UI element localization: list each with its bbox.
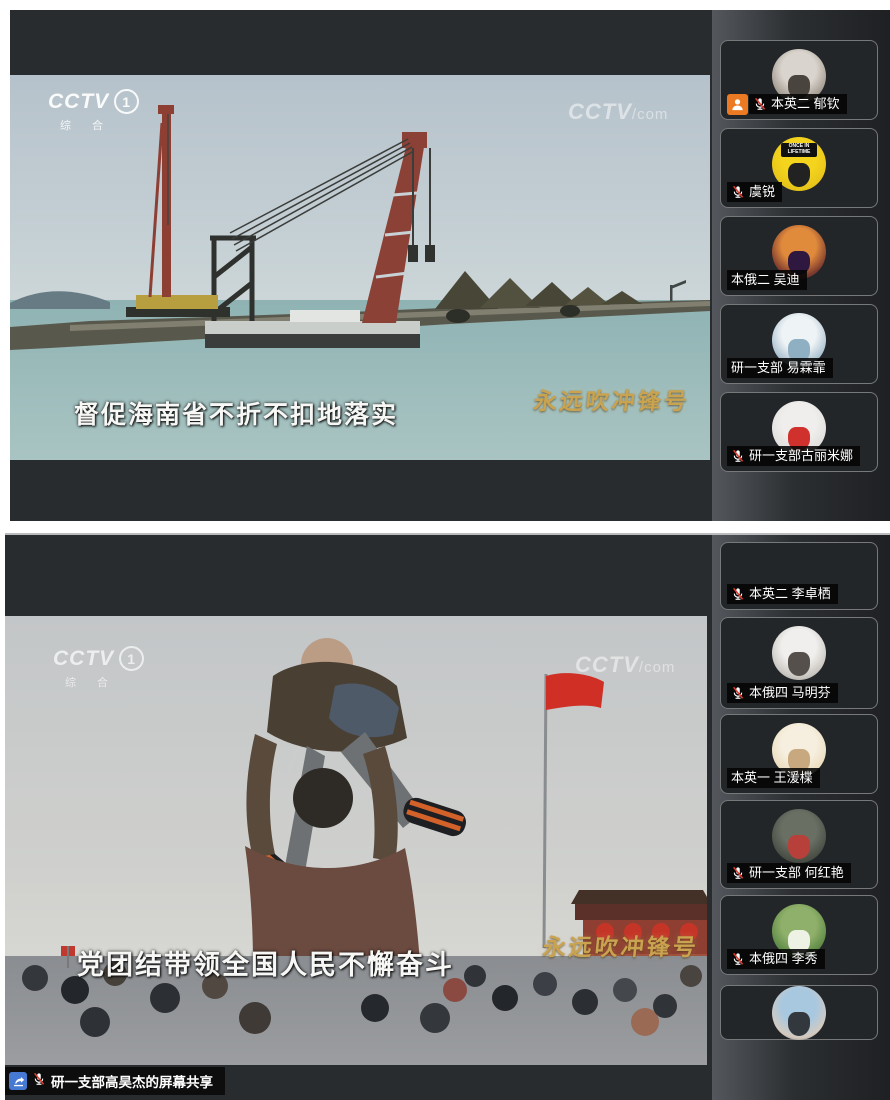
muted-mic-icon <box>731 449 745 463</box>
program-slogan: 永远吹冲锋号 <box>532 382 692 416</box>
participant-name: 研一支部 何红艳 <box>749 865 844 881</box>
broadcast-subtitle: 督促海南省不折不扣地落实 <box>74 395 398 431</box>
avatar-caption: ONCE IN LIFETIME <box>781 143 817 157</box>
cctv-com-watermark: CCTV/com <box>575 652 675 678</box>
participant-name: 本英二 李卓栖 <box>749 586 831 602</box>
participant-tile[interactable]: 本俄四 马明芬 <box>720 617 878 709</box>
participant-name: 本俄二 吴迪 <box>731 272 800 288</box>
participant-tile[interactable] <box>720 985 878 1040</box>
participant-name: 研一支部古丽米娜 <box>749 448 853 464</box>
participant-name: 本俄四 马明芬 <box>749 685 831 701</box>
participant-name: 本俄四 李秀 <box>749 951 818 967</box>
cctv-channel-number: 1 <box>119 646 144 671</box>
cctv-channel-subname: 综 合 <box>60 117 139 133</box>
cctv-com-watermark: CCTV/com <box>568 99 668 125</box>
participant-tile[interactable]: 研一支部 何红艳 <box>720 800 878 889</box>
participant-tile[interactable]: 本俄二 吴迪 <box>720 216 878 296</box>
cctv1-channel-logo: CCTV 1 综 合 <box>48 89 139 133</box>
participant-tile[interactable]: 本英二 郁钦 <box>720 40 878 120</box>
participant-tile[interactable]: ONCE IN LIFETIME 虞锐 <box>720 128 878 208</box>
shared-screen-video-bottom[interactable]: CCTV 1 综 合 CCTV/com 党团结带领全国人民不懈奋斗 永远吹冲锋号 <box>5 616 707 1065</box>
share-muted-mic-slot <box>32 1072 46 1091</box>
cctv-logo-text: CCTV <box>48 90 109 114</box>
participant-name-badge: 本俄四 马明芬 <box>727 683 838 703</box>
meeting-window-bottom: CCTV 1 综 合 CCTV/com 党团结带领全国人民不懈奋斗 永远吹冲锋号… <box>5 533 890 1100</box>
participant-name-badge: 本俄二 吴迪 <box>727 270 807 290</box>
participant-tile[interactable]: 本俄四 李秀 <box>720 895 878 975</box>
participant-name: 本英一 王湲楪 <box>731 770 813 786</box>
participant-name-badge: 本英一 王湲楪 <box>727 768 820 788</box>
muted-mic-icon <box>753 97 767 111</box>
participant-tile[interactable]: 研一支部 易霖霏 <box>720 304 878 384</box>
participant-name-badge: 虞锐 <box>727 182 782 202</box>
screenshot-root: { "colors": { "panel_bg": "#292c2f", "ba… <box>0 0 890 1098</box>
participant-name-badge: 研一支部 何红艳 <box>727 863 851 883</box>
participants-sidebar-top: 本英二 郁钦ONCE IN LIFETIME 虞锐本俄二 吴迪研一支部 易霖霏 … <box>712 10 890 521</box>
participant-name-badge: 本俄四 李秀 <box>727 949 825 969</box>
cctv-channel-number: 1 <box>114 89 139 114</box>
screen-share-status-bar: 研一支部高昊杰的屏幕共享 <box>5 1067 225 1095</box>
broadcast-subtitle: 党团结带领全国人民不懈奋斗 <box>77 943 454 982</box>
meeting-window-top: CCTV 1 综 合 CCTV/com 督促海南省不折不扣地落实 永远吹冲锋号 … <box>10 10 890 521</box>
participant-name-badge: 本英二 李卓栖 <box>727 584 838 604</box>
cctv-logo-text: CCTV <box>53 647 114 671</box>
participant-name: 虞锐 <box>749 184 775 200</box>
muted-mic-icon <box>731 185 745 199</box>
participant-name: 本英二 郁钦 <box>771 96 840 112</box>
participant-tile[interactable]: 本英一 王湲楪 <box>720 714 878 794</box>
participant-name: 研一支部 易霖霏 <box>731 360 826 376</box>
participant-name-badge: 研一支部 易霖霏 <box>727 358 833 378</box>
active-speaker-icon <box>727 94 748 115</box>
muted-mic-icon <box>32 1072 46 1086</box>
muted-mic-icon <box>731 587 745 601</box>
screen-share-icon <box>9 1072 27 1090</box>
participant-name-badge: 研一支部古丽米娜 <box>727 446 860 466</box>
cctv-channel-subname: 综 合 <box>65 674 144 690</box>
shared-screen-video-top[interactable]: CCTV 1 综 合 CCTV/com 督促海南省不折不扣地落实 永远吹冲锋号 <box>10 75 710 460</box>
screen-share-label: 研一支部高昊杰的屏幕共享 <box>51 1071 213 1091</box>
muted-mic-icon <box>731 866 745 880</box>
muted-mic-icon <box>731 686 745 700</box>
participant-avatar <box>772 809 826 863</box>
participant-avatar <box>772 626 826 680</box>
muted-mic-icon <box>731 952 745 966</box>
participants-sidebar-bottom: 本英二 李卓栖 本俄四 马明芬本英一 王湲楪 研一支部 何红艳 本俄四 李秀 <box>712 535 890 1100</box>
participant-name-badge: 本英二 郁钦 <box>749 94 847 114</box>
program-slogan: 永远吹冲锋号 <box>541 928 701 962</box>
participant-avatar <box>772 986 826 1040</box>
cctv1-channel-logo: CCTV 1 综 合 <box>53 646 144 690</box>
participant-tile[interactable]: 本英二 李卓栖 <box>720 542 878 610</box>
participant-tile[interactable]: 研一支部古丽米娜 <box>720 392 878 472</box>
